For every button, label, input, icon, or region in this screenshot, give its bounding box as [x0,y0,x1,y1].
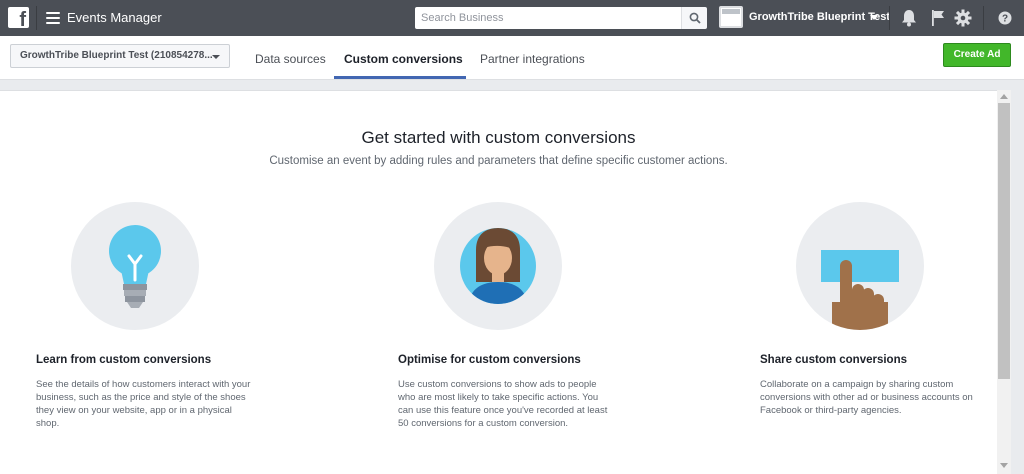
sub-navigation: GrowthTribe Blueprint Test (210854278...… [0,36,1024,80]
divider [983,6,984,30]
lightbulb-illustration [71,202,199,330]
svg-text:?: ? [1002,14,1008,25]
column-text-share: Collaborate on a campaign by sharing cus… [760,379,973,416]
divider [36,6,37,30]
column-title-share: Share custom conversions [760,354,907,366]
menu-icon[interactable] [46,12,60,24]
share-illustration [796,202,924,330]
scroll-down-arrow-icon[interactable] [1000,463,1008,468]
ad-account-selector[interactable]: GrowthTribe Blueprint Test (210854278... [10,44,230,68]
flag-icon[interactable] [930,9,946,27]
account-thumbnail[interactable] [719,6,743,28]
account-name[interactable]: GrowthTribe Blueprint Test [749,11,890,23]
tab-custom-conversions[interactable]: Custom conversions [344,52,463,66]
notifications-bell-icon[interactable] [901,9,917,27]
ad-account-selector-label: GrowthTribe Blueprint Test (210854278... [20,50,213,61]
search-button[interactable] [681,7,707,29]
tab-partner-integrations[interactable]: Partner integrations [480,52,585,66]
page-gutter [1011,80,1024,474]
gear-icon[interactable] [954,9,972,27]
column-title-optimise: Optimise for custom conversions [398,354,581,366]
active-tab-indicator [334,76,466,79]
share-hand-icon [821,250,899,330]
search-input[interactable] [415,7,681,29]
divider [889,6,890,30]
chevron-down-icon[interactable] [870,15,878,20]
top-bar: f Events Manager GrowthTribe Blueprint T… [0,0,1024,36]
page-title: Get started with custom conversions [361,128,636,147]
facebook-logo-icon[interactable]: f [8,7,29,30]
lightbulb-icon [109,225,161,308]
column-title-learn: Learn from custom conversions [36,354,212,366]
column-text-optimise: Use custom conversions to show ads to pe… [398,379,608,429]
column-text-learn: See the details of how customers interac… [36,379,251,429]
scroll-up-arrow-icon[interactable] [1000,94,1008,99]
help-icon[interactable]: ? [998,11,1012,25]
search-icon [689,12,701,24]
page-subtitle: Customise an event by adding rules and p… [269,155,728,167]
scrollbar-thumb[interactable] [998,103,1010,379]
create-ad-button[interactable]: Create Ad [943,43,1011,67]
chevron-down-icon [212,55,220,59]
person-illustration [434,202,562,330]
app-title: Events Manager [67,10,162,25]
tab-data-sources[interactable]: Data sources [255,52,326,66]
person-icon [460,228,536,304]
